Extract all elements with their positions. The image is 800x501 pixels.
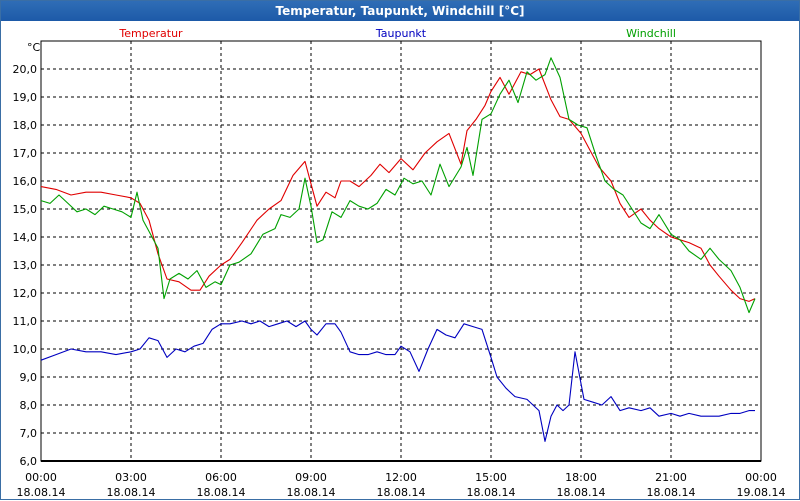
x-tick-date: 18.08.14: [377, 486, 426, 499]
x-tick-time: 09:00: [295, 471, 327, 484]
line-chart: 6,0 7,0 8,0 9,0 10,0 11,0 12,0 13,0 14,0 15,0 16,0…: [13, 27, 786, 499]
y-tick-label: 16,0: [13, 175, 38, 188]
x-tick-time: 06:00: [205, 471, 237, 484]
y-tick-label: 9,0: [20, 371, 38, 384]
x-tick-date: 19.08.14: [737, 486, 786, 499]
y-tick-label: 13,0: [13, 259, 38, 272]
x-tick-time: 15:00: [475, 471, 507, 484]
x-tick-date: 18.08.14: [647, 486, 696, 499]
y-tick-label: 11,0: [13, 315, 38, 328]
legend: Temperatur Taupunkt Windchill: [118, 27, 676, 40]
y-axis-ticks: 6,0 7,0 8,0 9,0 10,0 11,0 12,0 13,0 14,0 15,0 16,0…: [13, 63, 38, 468]
y-tick-label: 6,0: [20, 455, 38, 468]
x-tick-time: 03:00: [115, 471, 147, 484]
y-tick-label: 7,0: [20, 427, 38, 440]
chart-window: Temperatur, Taupunkt, Windchill [°C] 6,0…: [0, 0, 800, 500]
y-tick-label: 19,0: [13, 91, 38, 104]
grid-lines: [41, 41, 761, 461]
series-line-temperatur: [40, 68, 756, 302]
x-tick-date: 18.08.14: [107, 486, 156, 499]
x-tick-time: 21:00: [655, 471, 687, 484]
y-tick-label: 20,0: [13, 63, 38, 76]
x-tick-time: 00:00: [745, 471, 777, 484]
legend-item-taupunkt: Taupunkt: [375, 27, 427, 40]
series-line-taupunkt: [40, 320, 755, 442]
x-tick-date: 18.08.14: [467, 486, 516, 499]
y-tick-label: 8,0: [20, 399, 38, 412]
y-tick-label: 15,0: [13, 203, 38, 216]
x-tick-date: 18.08.14: [17, 486, 66, 499]
x-tick-date: 18.08.14: [197, 486, 246, 499]
x-tick-time: 18:00: [565, 471, 597, 484]
x-tick-date: 18.08.14: [287, 486, 336, 499]
y-tick-label: 12,0: [13, 287, 38, 300]
x-tick-time: 12:00: [385, 471, 417, 484]
y-tick-label: 10,0: [13, 343, 38, 356]
legend-item-temperatur: Temperatur: [118, 27, 183, 40]
series-line-windchill: [40, 57, 756, 314]
x-axis-ticks: 00:00 18.08.14 03:00 18.08.14 06:00 18.08.14 0…: [17, 471, 786, 499]
series-layer: [40, 57, 756, 442]
y-axis-unit-label: °C: [27, 41, 41, 54]
y-tick-label: 18,0: [13, 119, 38, 132]
y-tick-label: 14,0: [13, 231, 38, 244]
x-tick-time: 00:00: [25, 471, 57, 484]
y-tick-label: 17,0: [13, 147, 38, 160]
x-tick-date: 18.08.14: [557, 486, 606, 499]
legend-item-windchill: Windchill: [626, 27, 676, 40]
